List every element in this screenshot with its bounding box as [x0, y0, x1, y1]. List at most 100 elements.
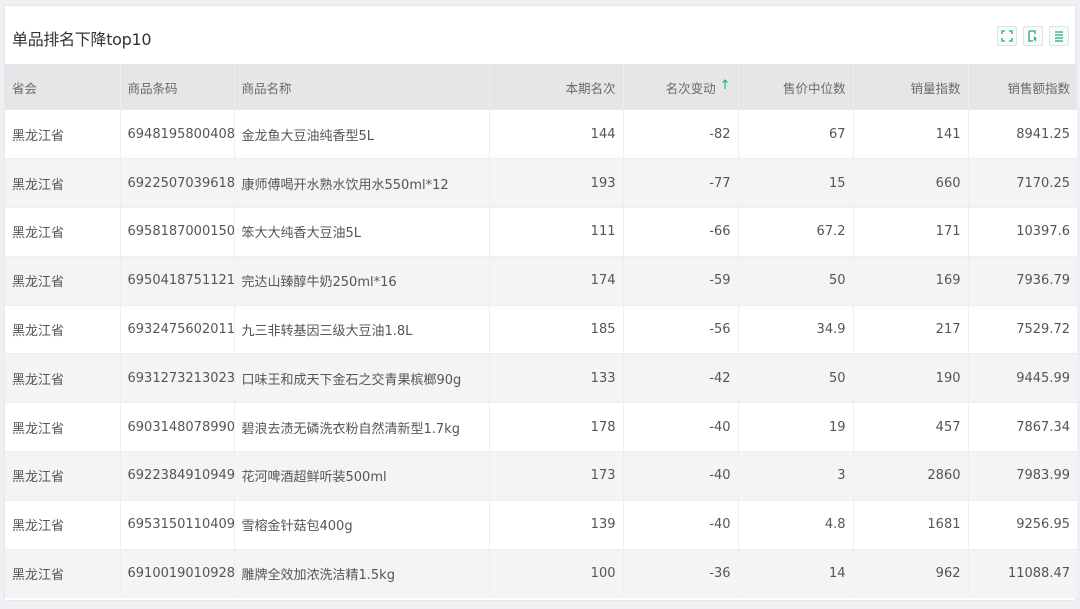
cell-province: 黑龙江省 [5, 549, 121, 599]
cell-rank-change: -66 [623, 207, 739, 257]
cell-median-price: 50 [738, 256, 854, 306]
cell-volume-index: 962 [853, 549, 969, 599]
table-row[interactable]: 黑龙江省 6922507039618 康师傅喝开水熟水饮用水550ml*12 193-… [5, 158, 1077, 209]
cell-volume-index: 1681 [853, 500, 969, 550]
table-row[interactable]: 黑龙江省 6958187000150 笨大大纯香大豆油5L 111 -66 67.2 171… [5, 207, 1077, 257]
cell-volume-index: 169 [853, 256, 969, 306]
cell-rank: 139 [489, 500, 624, 550]
cell-rank: 100 [489, 549, 624, 599]
cell-rank: 111 [489, 207, 624, 257]
panel-title: 单品排名下降top10 [12, 30, 152, 49]
col-header-name[interactable]: 商品名称 [234, 64, 490, 110]
export-icon[interactable] [1023, 26, 1043, 46]
cell-barcode: 6922384910949 [120, 451, 235, 501]
cell-rank: 178 [489, 402, 624, 453]
table-header-row: 省会 商品条码 商品名称 本期名次 名次变动 ↑ 售价中位数 销量指数 销售额指数 [5, 64, 1077, 110]
panel-header: 单品排名下降top10 [5, 6, 1075, 64]
cell-rank: 144 [489, 110, 624, 160]
cell-volume-index: 217 [853, 305, 969, 355]
col-header-change-label: 名次变动 [665, 80, 716, 96]
cell-volume-index: 171 [853, 207, 969, 257]
cell-volume-index: 190 [853, 353, 969, 404]
cell-sales-index: 8941.25 [968, 110, 1077, 160]
cell-median-price: 34.9 [738, 305, 854, 355]
cell-product-name: 完达山臻醇牛奶250ml*16 [234, 256, 490, 306]
cell-province: 黑龙江省 [5, 305, 121, 355]
cell-rank-change: -56 [623, 305, 739, 355]
cell-median-price: 19 [738, 402, 854, 453]
cell-rank-change: -59 [623, 256, 739, 306]
col-header-volume-index[interactable]: 销量指数 [853, 64, 969, 110]
cell-product-name: 口味王和成天下金石之交青果槟榔90g [234, 353, 490, 404]
cell-sales-index: 9256.95 [968, 500, 1077, 550]
cell-rank: 174 [489, 256, 624, 306]
cell-province: 黑龙江省 [5, 500, 121, 550]
menu-icon[interactable] [1049, 26, 1069, 46]
cell-sales-index: 7170.25 [968, 158, 1077, 209]
cell-product-name: 笨大大纯香大豆油5L [234, 207, 490, 257]
cell-rank: 173 [489, 451, 624, 501]
cell-median-price: 67 [738, 110, 854, 160]
panel-toolbar [997, 26, 1069, 46]
cell-province: 黑龙江省 [5, 256, 121, 306]
cell-barcode: 6958187000150 [120, 207, 235, 257]
cell-province: 黑龙江省 [5, 110, 121, 160]
cell-rank-change: -82 [623, 110, 739, 160]
cell-volume-index: 141 [853, 110, 969, 160]
sort-up-icon[interactable]: ↑ [720, 78, 731, 93]
cell-sales-index: 7983.99 [968, 451, 1077, 501]
cell-province: 黑龙江省 [5, 158, 121, 209]
cell-rank-change: -36 [623, 549, 739, 599]
cell-rank-change: -40 [623, 500, 739, 550]
table-row[interactable]: 黑龙江省 6953150110409 雪榕金针菇包400g 139 -40 4.8 1681… [5, 500, 1077, 550]
cell-median-price: 15 [738, 158, 854, 209]
cell-barcode: 6910019010928 [120, 549, 235, 599]
cell-province: 黑龙江省 [5, 402, 121, 453]
cell-barcode: 6953150110409 [120, 500, 235, 550]
cell-rank-change: -40 [623, 402, 739, 453]
table-row[interactable]: 黑龙江省 6950418751121 完达山臻醇牛奶250ml*16 174 -59 50… [5, 256, 1077, 306]
cell-sales-index: 7867.34 [968, 402, 1077, 453]
cell-volume-index: 2860 [853, 451, 969, 501]
cell-province: 黑龙江省 [5, 207, 121, 257]
cell-product-name: 金龙鱼大豆油纯香型5L [234, 110, 490, 160]
cell-sales-index: 7936.79 [968, 256, 1077, 306]
col-header-sales-index[interactable]: 销售额指数 [968, 64, 1077, 110]
cell-product-name: 康师傅喝开水熟水饮用水550ml*12 [234, 158, 490, 209]
cell-barcode: 6903148078990 [120, 402, 235, 453]
cell-product-name: 花河啤酒超鲜听装500ml [234, 451, 490, 501]
col-header-median-price[interactable]: 售价中位数 [738, 64, 854, 110]
cell-median-price: 3 [738, 451, 854, 501]
table-row[interactable]: 黑龙江省 6932475602011 九三非转基因三级大豆油1.8L 185 -56 34… [5, 305, 1077, 355]
cell-rank: 133 [489, 353, 624, 404]
fullscreen-icon[interactable] [997, 26, 1017, 46]
cell-sales-index: 7529.72 [968, 305, 1077, 355]
cell-product-name: 雕牌全效加浓洗洁精1.5kg [234, 549, 490, 599]
col-header-province[interactable]: 省会 [5, 64, 121, 110]
cell-product-name: 九三非转基因三级大豆油1.8L [234, 305, 490, 355]
cell-rank: 193 [489, 158, 624, 209]
ranking-table: 省会 商品条码 商品名称 本期名次 名次变动 ↑ 售价中位数 销量指数 销售额指数… [5, 64, 1077, 599]
col-header-rank[interactable]: 本期名次 [489, 64, 624, 110]
table-row[interactable]: 黑龙江省 6931273213023 口味王和成天下金石之交青果槟榔90g 133 -4… [5, 353, 1077, 404]
table-row[interactable]: 黑龙江省 6903148078990 碧浪去渍无磷洗衣粉自然清新型1.7kg 178-… [5, 402, 1077, 453]
cell-barcode: 6922507039618 [120, 158, 235, 209]
cell-barcode: 6931273213023 [120, 353, 235, 404]
cell-sales-index: 11088.47 [968, 549, 1077, 599]
table-row[interactable]: 黑龙江省 6948195800408 金龙鱼大豆油纯香型5L 144 -82 67 141 8… [5, 110, 1077, 160]
cell-barcode: 6932475602011 [120, 305, 235, 355]
col-header-barcode[interactable]: 商品条码 [120, 64, 235, 110]
cell-barcode: 6950418751121 [120, 256, 235, 306]
cell-median-price: 50 [738, 353, 854, 404]
cell-rank-change: -42 [623, 353, 739, 404]
col-header-change[interactable]: 名次变动 ↑ [623, 64, 739, 110]
table-row[interactable]: 黑龙江省 6922384910949 花河啤酒超鲜听装500ml 173 -40 3 286… [5, 451, 1077, 501]
cell-sales-index: 10397.6 [968, 207, 1077, 257]
cell-median-price: 14 [738, 549, 854, 599]
cell-product-name: 雪榕金针菇包400g [234, 500, 490, 550]
table-row[interactable]: 黑龙江省 6910019010928 雕牌全效加浓洗洁精1.5kg 100 -36 14 9… [5, 549, 1077, 599]
cell-median-price: 4.8 [738, 500, 854, 550]
cell-median-price: 67.2 [738, 207, 854, 257]
cell-rank: 185 [489, 305, 624, 355]
cell-province: 黑龙江省 [5, 353, 121, 404]
